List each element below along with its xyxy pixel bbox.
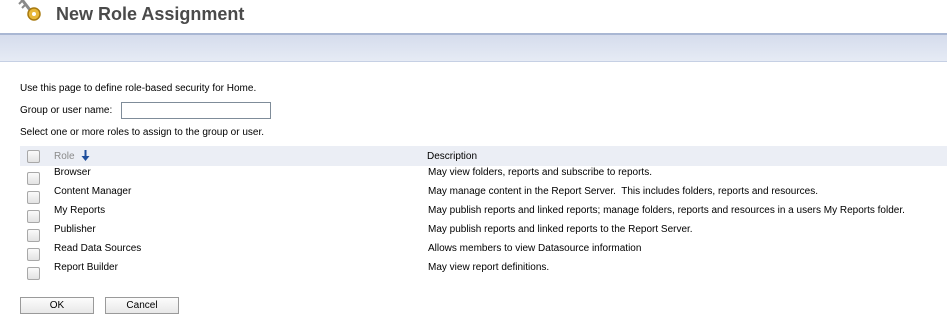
role-checkbox[interactable] bbox=[27, 210, 40, 223]
role-description: May view folders, reports and subscribe … bbox=[428, 167, 652, 178]
table-row: Read Data Sources Allows members to view… bbox=[20, 243, 947, 262]
intro-text: Use this page to define role-based secur… bbox=[20, 83, 257, 94]
role-checkbox[interactable] bbox=[27, 248, 40, 261]
group-user-input[interactable] bbox=[121, 102, 271, 119]
role-checkbox[interactable] bbox=[27, 172, 40, 185]
sort-down-arrow-icon[interactable] bbox=[81, 150, 90, 161]
table-row: Browser May view folders, reports and su… bbox=[20, 167, 947, 186]
roles-table-header: Role Description bbox=[20, 146, 947, 166]
key-icon bbox=[18, 0, 41, 21]
role-name: Browser bbox=[54, 167, 91, 178]
role-description: Allows members to view Datasource inform… bbox=[428, 243, 642, 254]
toolbar-band bbox=[0, 33, 947, 62]
role-column-header[interactable]: Role bbox=[54, 151, 75, 162]
role-name: Read Data Sources bbox=[54, 243, 142, 254]
table-row: My Reports May publish reports and linke… bbox=[20, 205, 947, 224]
table-row: Report Builder May view report definitio… bbox=[20, 262, 947, 281]
group-user-label: Group or user name: bbox=[20, 105, 113, 116]
role-name: Report Builder bbox=[54, 262, 118, 273]
role-name: My Reports bbox=[54, 205, 106, 216]
page-title: New Role Assignment bbox=[56, 4, 245, 24]
cancel-button[interactable]: Cancel bbox=[105, 297, 179, 314]
role-description: May publish reports and linked reports t… bbox=[428, 224, 693, 235]
ok-button[interactable]: OK bbox=[20, 297, 94, 314]
role-checkbox[interactable] bbox=[27, 191, 40, 204]
role-checkbox[interactable] bbox=[27, 229, 40, 242]
table-row: Content Manager May manage content in th… bbox=[20, 186, 947, 205]
role-description: May view report definitions. bbox=[428, 262, 550, 273]
table-row: Publisher May publish reports and linked… bbox=[20, 224, 947, 243]
role-checkbox[interactable] bbox=[27, 267, 40, 280]
select-roles-text: Select one or more roles to assign to th… bbox=[20, 127, 265, 138]
page-header: New Role Assignment bbox=[0, 0, 947, 32]
select-all-checkbox[interactable] bbox=[27, 150, 40, 163]
role-description: May publish reports and linked reports; … bbox=[428, 205, 905, 216]
role-description: May manage content in the Report Server.… bbox=[428, 186, 819, 197]
description-column-header: Description bbox=[427, 151, 478, 162]
role-name: Content Manager bbox=[54, 186, 132, 197]
role-name: Publisher bbox=[54, 224, 96, 235]
